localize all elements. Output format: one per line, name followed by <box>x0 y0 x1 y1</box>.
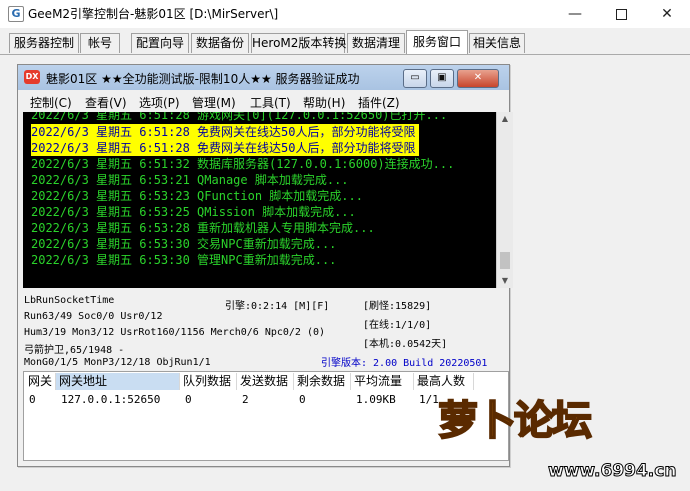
watermark-logo-text: 萝卜论坛 <box>437 397 593 445</box>
menu-bar: 控制(C) 查看(V) 选项(P) 管理(M) 工具(T) 帮助(H) 插件(Z… <box>19 92 508 111</box>
dialog-close-button[interactable]: ✕ <box>457 69 499 88</box>
menu-tools[interactable]: 工具(T) <box>250 94 291 111</box>
minimize-button[interactable]: — <box>552 0 598 28</box>
online-count: [在线:1/1/0] <box>363 320 432 331</box>
tab-related-info[interactable]: 相关信息 <box>469 33 525 53</box>
run-stats: Run63/49 Soc0/0 Usr0/12 <box>24 311 163 322</box>
cell-avg-traffic: 1.09KB <box>356 393 396 406</box>
menu-view[interactable]: 查看(V) <box>85 94 127 111</box>
dialog-titlebar: DX 魅影01区 ★★全功能测试版-限制10人★★ 服务器验证成功 ▭ ▣ ✕ <box>18 65 509 90</box>
dialog-maximize-button[interactable]: ▣ <box>430 69 454 88</box>
log-line-warning: 2022/6/3 星期五 6:51:28 免费网关在线达50人后，部分功能将受限 <box>31 140 419 156</box>
tab-server-control[interactable]: 服务器控制 <box>9 33 79 53</box>
scroll-thumb[interactable] <box>500 252 510 269</box>
tab-herom2-convert[interactable]: HeroM2版本转换 <box>251 33 346 53</box>
maximize-icon <box>615 8 627 20</box>
scroll-down-arrow-icon[interactable]: ▼ <box>497 274 513 288</box>
log-line: 2022/6/3 星期五 6:53:21 QManage 脚本加载完成... <box>31 173 349 187</box>
gateway-table[interactable]: 网关 网关地址 队列数据 发送数据 剩余数据 平均流量 最高人数 0 127.0… <box>23 371 509 461</box>
tab-config-wizard[interactable]: 配置向导 <box>131 33 189 53</box>
tab-service-window[interactable]: 服务窗口 <box>406 30 468 54</box>
socket-time-label: LbRunSocketTime <box>24 295 115 306</box>
menu-control[interactable]: 控制(C) <box>30 94 72 111</box>
cell-gateway: 0 <box>29 393 36 406</box>
refresh-monster-count: [刷怪:15829] <box>363 301 432 312</box>
mon-stats: MonG0/1/5 MonP3/12/18 ObjRun1/1 <box>24 357 211 368</box>
column-header-queue-data[interactable]: 队列数据 <box>180 373 237 390</box>
hum-stats: Hum3/19 Mon3/12 UsrRot160/1156 Merch0/6 … <box>24 327 326 338</box>
tab-data-cleanup[interactable]: 数据清理 <box>347 33 405 53</box>
log-line: 2022/6/3 星期五 6:53:25 QMission 脚本加载完成... <box>31 205 356 219</box>
menu-options[interactable]: 选项(P) <box>139 94 180 111</box>
forum-watermark: 萝卜论坛 www.6994.cn <box>437 388 690 491</box>
column-header-avg-traffic[interactable]: 平均流量 <box>351 373 414 390</box>
log-scrollbar[interactable]: ▲ ▼ <box>496 112 513 288</box>
cell-gateway-address: 127.0.0.1:52650 <box>61 393 161 406</box>
window-title: GeeM2引擎控制台-魅影01区 [D:\MirServer\] <box>28 7 279 21</box>
log-line: 2022/6/3 星期五 6:51:28 游戏网关[0](127.0.0.1:5… <box>31 112 448 122</box>
close-button[interactable]: ✕ <box>644 0 690 28</box>
tab-bar: 服务器控制 帐号 配置向导 数据备份 HeroM2版本转换 数据清理 服务窗口 … <box>0 30 690 55</box>
cell-remaining-data: 0 <box>299 393 306 406</box>
maximize-button[interactable] <box>598 0 644 28</box>
dialog-title: 魅影01区 ★★全功能测试版-限制10人★★ 服务器验证成功 <box>46 72 360 86</box>
log-line: 2022/6/3 星期五 6:53:30 交易NPC重新加载完成... <box>31 237 337 251</box>
log-line: 2022/6/3 星期五 6:53:28 重新加载机器人专用脚本完成... <box>31 221 375 235</box>
log-line: 2022/6/3 星期五 6:51:32 数据库服务器(127.0.0.1:60… <box>31 157 455 171</box>
column-header-gateway[interactable]: 网关 <box>25 373 56 390</box>
log-line: 2022/6/3 星期五 6:53:30 管理NPC重新加载完成... <box>31 253 337 267</box>
menu-help[interactable]: 帮助(H) <box>303 94 345 111</box>
dialog-minimize-button[interactable]: ▭ <box>403 69 427 88</box>
column-header-gateway-address[interactable]: 网关地址 <box>56 373 180 390</box>
window-titlebar: G GeeM2引擎控制台-魅影01区 [D:\MirServer\] — ✕ <box>0 0 690 28</box>
server-dialog: DX 魅影01区 ★★全功能测试版-限制10人★★ 服务器验证成功 ▭ ▣ ✕ … <box>17 64 513 467</box>
tab-data-backup[interactable]: 数据备份 <box>191 33 249 53</box>
archer-guard-stats: 弓箭护卫,65/1948 - <box>24 345 125 356</box>
log-line: 2022/6/3 星期五 6:53:23 QFunction 脚本加载完成... <box>31 189 363 203</box>
tab-account[interactable]: 帐号 <box>80 33 120 53</box>
menu-plugins[interactable]: 插件(Z) <box>358 94 400 111</box>
menu-manage[interactable]: 管理(M) <box>192 94 236 111</box>
log-console[interactable]: 2022/6/3 星期五 6:51:28 游戏网关[0](127.0.0.1:5… <box>23 112 496 288</box>
column-header-remaining-data[interactable]: 剩余数据 <box>294 373 351 390</box>
app-icon: G <box>8 6 24 22</box>
engine-version: 引擎版本: 2.00 Build 20220501 <box>321 358 488 369</box>
dialog-logo-icon: DX <box>24 70 40 84</box>
column-header-send-data[interactable]: 发送数据 <box>237 373 294 390</box>
cell-queue-data: 0 <box>185 393 192 406</box>
scroll-up-arrow-icon[interactable]: ▲ <box>497 112 513 126</box>
cell-max-users: 1/1 <box>419 393 439 406</box>
watermark-url: www.6994.cn <box>547 461 677 482</box>
engine-uptime: 引擎:0:2:14 [M][F] <box>225 301 330 312</box>
log-line-warning: 2022/6/3 星期五 6:51:28 免费网关在线达50人后，部分功能将受限 <box>31 124 419 140</box>
cell-send-data: 2 <box>242 393 249 406</box>
local-runtime: [本机:0.0542天] <box>363 339 448 350</box>
